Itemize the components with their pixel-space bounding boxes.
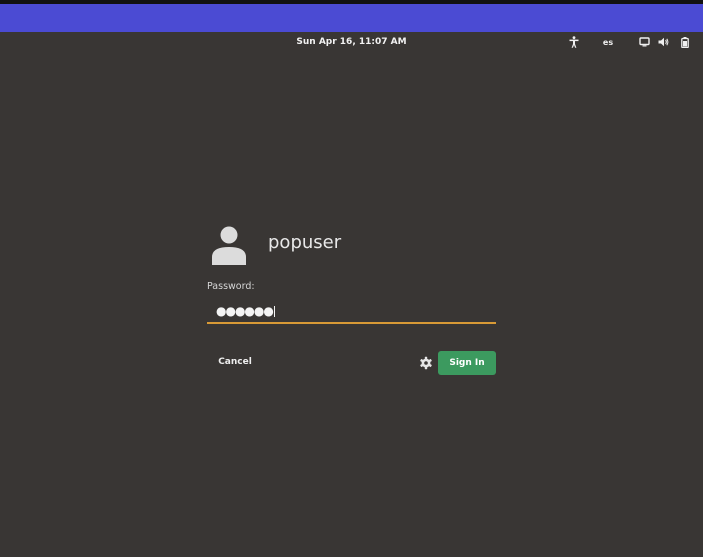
volume-icon[interactable]	[656, 35, 670, 49]
gear-icon[interactable]	[419, 355, 433, 370]
accent-bar	[0, 4, 703, 32]
password-label: Password:	[207, 281, 255, 292]
password-value: ●●●●●●	[216, 304, 274, 318]
login-screen: Sun Apr 16, 11:07 AM es popuser Password…	[0, 0, 703, 557]
text-caret	[273, 305, 275, 317]
username-label: popuser	[268, 232, 342, 253]
sign-in-button[interactable]: Sign In	[438, 351, 496, 375]
user-avatar-icon	[210, 225, 248, 265]
cancel-button[interactable]: Cancel	[212, 352, 258, 372]
display-icon[interactable]	[637, 35, 651, 49]
battery-icon[interactable]	[678, 35, 692, 49]
password-input[interactable]: ●●●●●●	[207, 300, 496, 324]
accessibility-icon[interactable]	[567, 35, 581, 49]
keyboard-layout-indicator[interactable]: es	[598, 35, 618, 49]
